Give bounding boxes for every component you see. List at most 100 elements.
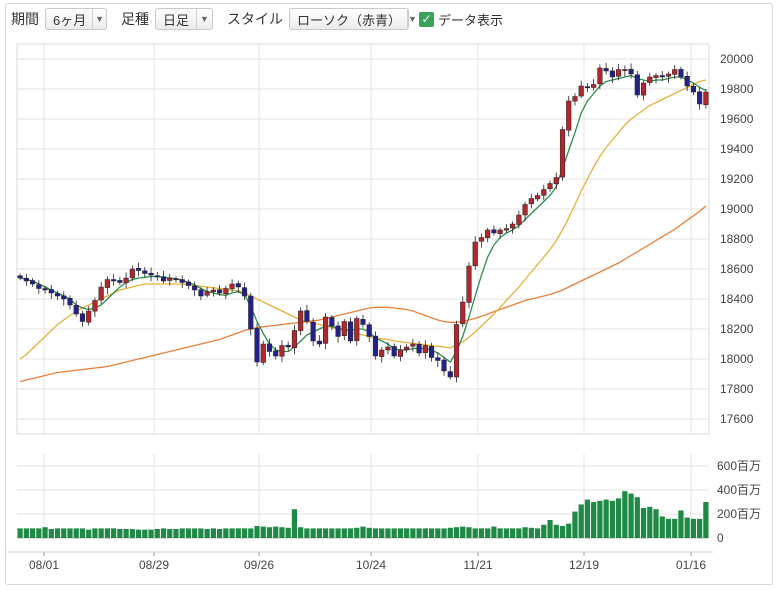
candle-down	[61, 295, 67, 300]
volume-bar	[410, 528, 416, 538]
candle-down	[609, 70, 615, 78]
chart-area: 20000 19800 19600 19400 19200 19000 18800 18600…	[6, 40, 774, 585]
volume-bar	[279, 527, 285, 538]
candle-up	[323, 316, 329, 344]
candle-up	[341, 321, 347, 336]
volume-bar	[241, 528, 248, 538]
volume-bar	[322, 528, 329, 538]
candle-down	[634, 74, 640, 96]
volume-bar	[92, 528, 98, 538]
volume-bar	[597, 500, 603, 538]
volume-bar	[428, 528, 435, 538]
candle-type-select[interactable]: 日足 ▼	[155, 8, 213, 30]
period-select-value: 6ヶ月	[53, 12, 87, 28]
candle-down	[603, 68, 609, 72]
volume-bar	[553, 524, 559, 538]
candle-down	[447, 371, 453, 378]
candle-type-select-value: 日足	[163, 12, 190, 28]
candle-down	[17, 275, 23, 279]
candle-down	[678, 69, 684, 78]
volume-bar	[117, 529, 123, 538]
checkbox-checked-icon[interactable]: ✓	[419, 11, 434, 27]
volume-bar	[659, 516, 665, 538]
volume-bar	[385, 528, 391, 538]
candle-down	[416, 344, 422, 354]
candle-up	[703, 91, 709, 105]
volume-bar	[185, 528, 192, 538]
volume-bar	[73, 528, 79, 538]
volume-tick-label: 0	[717, 531, 724, 545]
candle-down	[148, 272, 154, 276]
volume-bar	[453, 527, 460, 538]
candle-up	[485, 229, 491, 239]
candle-up	[672, 69, 678, 75]
candle-up	[522, 204, 528, 216]
volume-bar	[559, 526, 566, 538]
price-tick-label: 18400	[720, 292, 754, 306]
candle-up	[541, 189, 547, 196]
candle-up	[460, 301, 466, 325]
volume-bar	[111, 528, 117, 538]
candle-up	[516, 214, 522, 225]
candle-up	[279, 345, 285, 357]
price-tick-label: 19200	[720, 172, 754, 186]
candle-down	[366, 324, 372, 337]
volume-bar	[397, 528, 404, 538]
volume-bar	[416, 528, 422, 538]
candle-up	[566, 100, 572, 131]
volume-bar	[192, 528, 198, 538]
price-tick-label: 19800	[720, 82, 754, 96]
candle-down	[111, 279, 117, 282]
volume-bar	[204, 529, 210, 538]
volume-bar	[360, 526, 366, 538]
candle-down	[217, 289, 223, 294]
volume-bar	[285, 527, 291, 538]
data-display-toggle[interactable]: ✓ データ表示	[419, 10, 503, 29]
volume-bar	[435, 528, 441, 538]
style-select[interactable]: ローソク（赤青） ▼	[289, 8, 417, 30]
candle-up	[559, 129, 566, 178]
period-select[interactable]: 6ヶ月 ▼	[45, 8, 107, 30]
candle-down	[690, 86, 696, 93]
volume-bar	[640, 508, 647, 538]
chart-panel: 期間 6ヶ月 ▼ 足種 日足 ▼ スタイル ローソク（赤青） ▼ ✓ データ表示…	[5, 3, 773, 585]
volume-bar	[142, 529, 148, 538]
candle-down	[73, 305, 79, 315]
candle-down	[266, 343, 273, 352]
volume-bar	[372, 528, 379, 538]
candle-down	[54, 293, 61, 297]
candle-down	[659, 75, 665, 78]
candle-up	[204, 291, 210, 296]
price-tick-label: 17600	[720, 412, 754, 426]
volume-bar	[497, 528, 503, 538]
price-tick-label: 19000	[720, 202, 754, 216]
volume-bar	[129, 529, 135, 538]
candle-down	[628, 68, 634, 75]
volume-bar	[422, 528, 428, 538]
candle-down	[117, 280, 123, 283]
candle-up	[510, 223, 516, 229]
volume-bar	[703, 502, 709, 538]
volume-bar	[173, 529, 179, 538]
volume-bar	[266, 527, 273, 538]
volume-bar	[154, 529, 160, 538]
candle-up	[291, 330, 297, 348]
x-tick-label: 08/01	[29, 558, 59, 572]
candle-down	[198, 289, 204, 297]
volume-bar	[541, 524, 547, 538]
candle-up	[404, 346, 410, 351]
candle-down	[192, 285, 198, 291]
candle-down	[391, 346, 397, 357]
candle-down	[30, 280, 36, 285]
volume-tick-label: 600百万	[717, 459, 761, 473]
candle-up	[647, 76, 653, 83]
candle-down	[248, 295, 254, 330]
chart-toolbar: 期間 6ヶ月 ▼ 足種 日足 ▼ スタイル ローソク（赤青） ▼ ✓ データ表示	[6, 4, 772, 34]
x-tick-label: 09/26	[244, 558, 274, 572]
candle-up	[553, 177, 559, 185]
volume-bar	[54, 528, 61, 538]
candle-up	[534, 195, 541, 200]
volume-bar	[254, 526, 260, 538]
volume-bar	[609, 500, 615, 538]
x-tick-label: 01/16	[676, 558, 706, 572]
